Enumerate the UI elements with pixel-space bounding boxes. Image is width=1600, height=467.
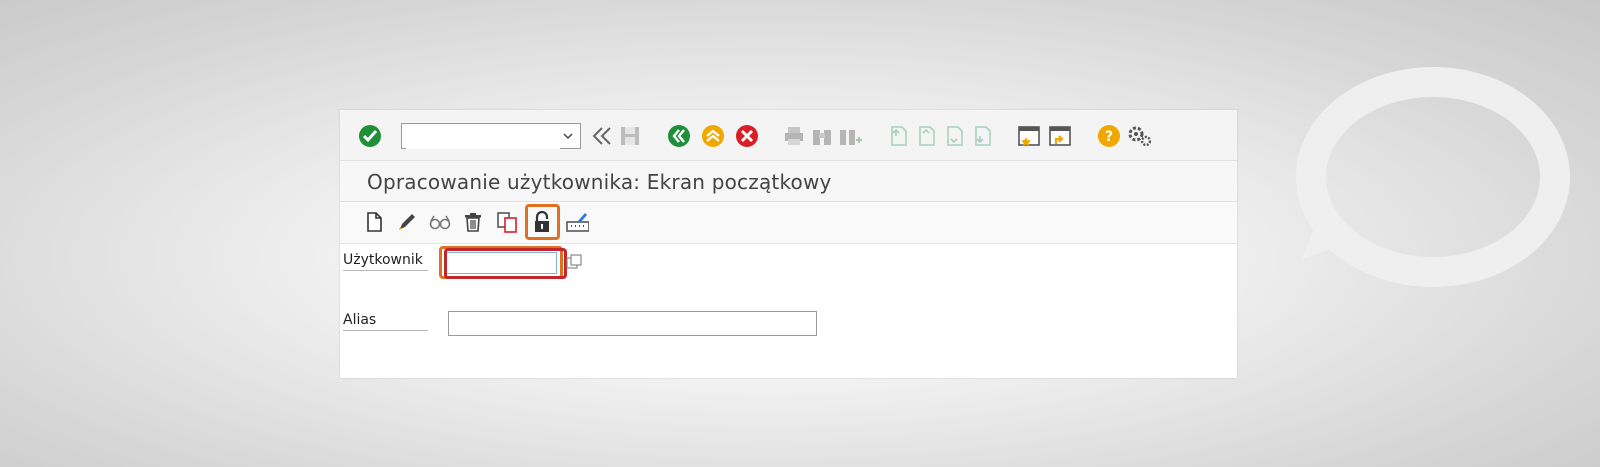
create-session-icon[interactable] [1017,124,1041,148]
find-next-icon[interactable] [838,124,862,148]
svg-text:?: ? [1105,129,1113,145]
user-label: Użytkownik [343,252,428,271]
speech-bubble-icon [1290,64,1573,289]
find-icon[interactable] [810,124,834,148]
alias-input[interactable] [449,312,816,335]
copy-icon[interactable] [495,210,519,234]
shortcut-icon[interactable] [1048,124,1072,148]
help-icon[interactable]: ? [1097,124,1121,148]
create-icon[interactable] [362,210,386,234]
next-page-icon[interactable] [942,124,966,148]
cancel-icon[interactable] [735,124,759,148]
search-help-icon[interactable] [566,254,582,270]
lock-icon-highlight [525,204,560,240]
exit-icon[interactable] [701,124,725,148]
previous-page-icon[interactable] [914,124,938,148]
print-icon[interactable] [782,124,806,148]
delete-icon[interactable] [461,210,485,234]
chevron-down-icon[interactable] [562,130,574,142]
page-title: Opracowanie użytkownika: Ekran początkow… [367,170,832,194]
back-icon[interactable] [667,124,691,148]
last-page-icon[interactable] [970,124,994,148]
change-icon[interactable] [395,210,419,234]
alias-label: Alias [343,312,428,331]
user-field-highlight-inner [444,248,567,279]
save-icon[interactable] [618,124,642,148]
command-field[interactable] [401,123,581,149]
display-icon[interactable] [428,210,452,234]
first-page-icon[interactable] [886,124,910,148]
change-password-icon[interactable] [565,210,589,234]
standard-toolbar: ? [340,110,1237,161]
settings-icon[interactable] [1127,124,1151,148]
title-bar: Opracowanie użytkownika: Ekran początkow… [340,161,1237,202]
command-input[interactable] [406,125,560,149]
sap-window: ? Opracowanie użytkownika: Ekran początk… [340,110,1237,378]
alias-field[interactable] [448,311,817,336]
back-arrows-icon[interactable] [590,124,614,148]
enter-icon[interactable] [358,124,382,148]
application-toolbar [340,202,1237,244]
